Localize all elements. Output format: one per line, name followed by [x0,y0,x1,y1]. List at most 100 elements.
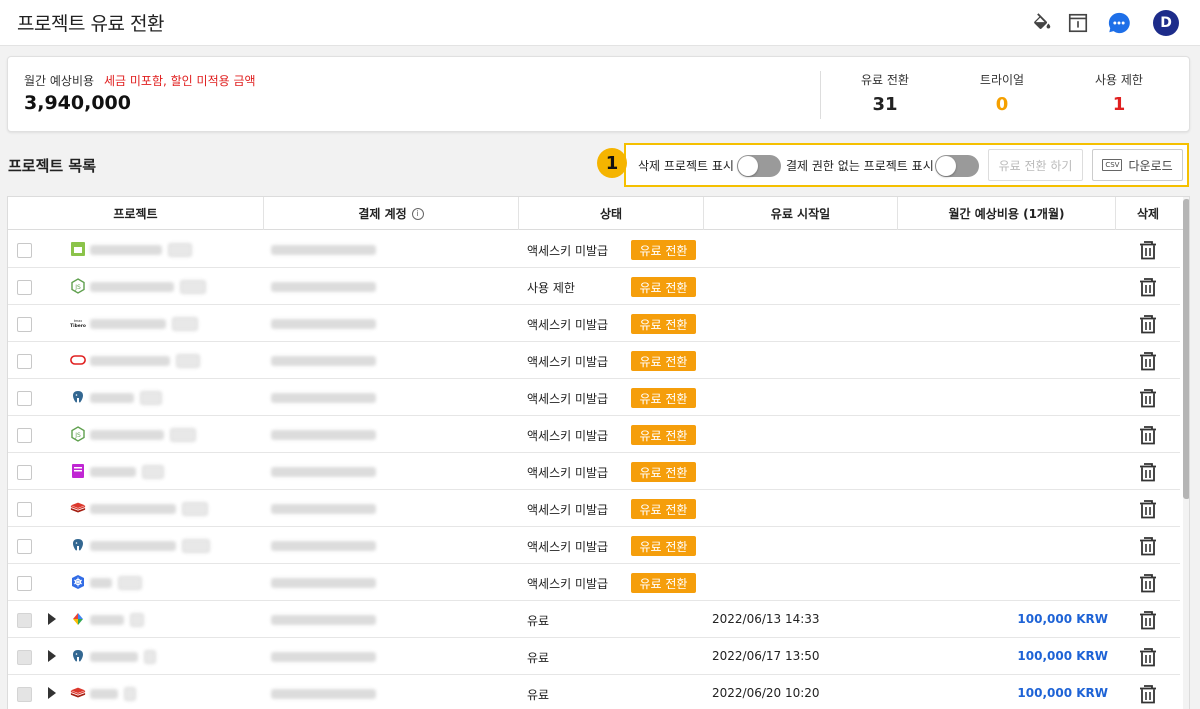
table-row[interactable]: 액세스키 미발급 유료 전환 [8,342,1180,379]
row-checkbox[interactable] [17,465,32,480]
info-panel-icon[interactable] [1066,11,1090,35]
convert-row-button[interactable]: 유료 전환 [631,240,696,260]
trash-icon[interactable] [1137,387,1159,409]
avatar[interactable]: D [1153,10,1179,36]
table-row[interactable]: 유료 2022/06/20 10:20 100,000 KRW [8,675,1180,709]
project-id-redacted [118,576,142,590]
stat-trial: 트라이얼 0 [947,71,1057,115]
calendar-icon [70,241,86,257]
row-checkbox[interactable] [17,354,32,369]
convert-row-button[interactable]: 유료 전환 [631,573,696,593]
row-checkbox[interactable] [17,539,32,554]
table-row[interactable]: tmax Tibero 액세스키 미발급 유료 전환 [8,305,1180,342]
billing-account-redacted [271,393,376,403]
status-text: 액세스키 미발급 [527,244,609,258]
info-icon[interactable]: i [411,207,424,220]
trash-icon[interactable] [1137,313,1159,335]
table-row[interactable]: 액세스키 미발급 유료 전환 [8,231,1180,268]
trash-icon[interactable] [1137,683,1159,705]
status-text: 유료 [527,688,550,702]
table-row[interactable]: 유료 2022/06/13 14:33 100,000 KRW [8,601,1180,638]
billing-account-redacted [271,319,376,329]
svg-text:Tibero: Tibero [70,323,86,329]
annotation-badge: 1 [597,148,627,178]
download-button[interactable]: CSV 다운로드 [1092,149,1183,181]
show-nobilling-label: 결제 권한 없는 프로젝트 표시 [786,159,934,173]
convert-row-button[interactable]: 유료 전환 [631,277,696,297]
table-row[interactable]: 유료 2022/06/17 13:50 100,000 KRW [8,638,1180,675]
trash-icon[interactable] [1137,239,1159,261]
project-name-redacted [90,504,176,514]
trash-icon[interactable] [1137,572,1159,594]
project-id-redacted [182,539,210,553]
project-name-redacted [90,319,166,329]
status-text: 액세스키 미발급 [527,355,609,369]
convert-row-button[interactable]: 유료 전환 [631,462,696,482]
paint-bucket-icon[interactable] [1030,11,1054,35]
show-deleted-toggle[interactable] [737,155,781,177]
project-id-redacted [144,650,156,664]
project-name-redacted [90,430,164,440]
col-monthly-cost: 월간 예상비용 (1개월) [898,197,1116,230]
status-text: 액세스키 미발급 [527,577,609,591]
scrollbar-thumb[interactable] [1183,199,1189,499]
table-row[interactable]: 액세스키 미발급 유료 전환 [8,379,1180,416]
kubernetes-icon [70,574,86,590]
trash-icon[interactable] [1137,646,1159,668]
project-id-redacted [180,280,206,294]
monthly-cost-label: 월간 예상비용 [24,74,95,88]
row-checkbox[interactable] [17,613,32,628]
table-row[interactable]: JS 액세스키 미발급 유료 전환 [8,416,1180,453]
expand-arrow-icon[interactable] [48,687,56,699]
trash-icon[interactable] [1137,461,1159,483]
convert-row-button[interactable]: 유료 전환 [631,388,696,408]
top-bar: 프로젝트 유료 전환 D [0,0,1200,46]
expand-arrow-icon[interactable] [48,650,56,662]
row-checkbox[interactable] [17,391,32,406]
convert-row-button[interactable]: 유료 전환 [631,351,696,371]
show-nobilling-toggle[interactable] [935,155,979,177]
table-row[interactable]: 액세스키 미발급 유료 전환 [8,564,1180,601]
trash-icon[interactable] [1137,350,1159,372]
row-checkbox[interactable] [17,428,32,443]
row-checkbox[interactable] [17,687,32,702]
row-checkbox[interactable] [17,243,32,258]
convert-row-button[interactable]: 유료 전환 [631,314,696,334]
convert-to-paid-button[interactable]: 유료 전환 하기 [988,149,1083,181]
row-checkbox[interactable] [17,280,32,295]
project-name-redacted [90,578,112,588]
table-row[interactable]: JS 사용 제한 유료 전환 [8,268,1180,305]
postgresql-icon [70,648,86,664]
project-id-redacted [172,317,198,331]
nodejs-icon: JS [70,426,86,442]
redis-icon [70,500,86,516]
row-checkbox[interactable] [17,317,32,332]
paid-start-date: 2022/06/20 10:20 [712,686,820,700]
project-id-redacted [176,354,200,368]
status-text: 액세스키 미발급 [527,429,609,443]
convert-row-button[interactable]: 유료 전환 [631,425,696,445]
billing-account-redacted [271,430,376,440]
row-checkbox[interactable] [17,502,32,517]
project-id-redacted [130,613,144,627]
table-row[interactable]: 액세스키 미발급 유료 전환 [8,527,1180,564]
scrollbar[interactable] [1183,197,1189,709]
chat-icon[interactable] [1107,11,1131,35]
row-checkbox[interactable] [17,576,32,591]
cost-summary-card: 월간 예상비용 세금 미포함, 할인 미적용 금액 3,940,000 유료 전… [7,56,1190,132]
table-row[interactable]: 액세스키 미발급 유료 전환 [8,453,1180,490]
expand-arrow-icon[interactable] [48,613,56,625]
col-delete: 삭제 [1136,207,1160,221]
convert-row-button[interactable]: 유료 전환 [631,499,696,519]
table-header: 프로젝트 결제 계정 i 상태 유료 시작일 월간 예상비용 (1개월) 삭제 [8,197,1189,230]
status-text: 액세스키 미발급 [527,466,609,480]
trash-icon[interactable] [1137,276,1159,298]
trash-icon[interactable] [1137,498,1159,520]
trash-icon[interactable] [1137,535,1159,557]
trash-icon[interactable] [1137,424,1159,446]
trash-icon[interactable] [1137,609,1159,631]
row-checkbox[interactable] [17,650,32,665]
status-text: 액세스키 미발급 [527,392,609,406]
table-row[interactable]: 액세스키 미발급 유료 전환 [8,490,1180,527]
convert-row-button[interactable]: 유료 전환 [631,536,696,556]
